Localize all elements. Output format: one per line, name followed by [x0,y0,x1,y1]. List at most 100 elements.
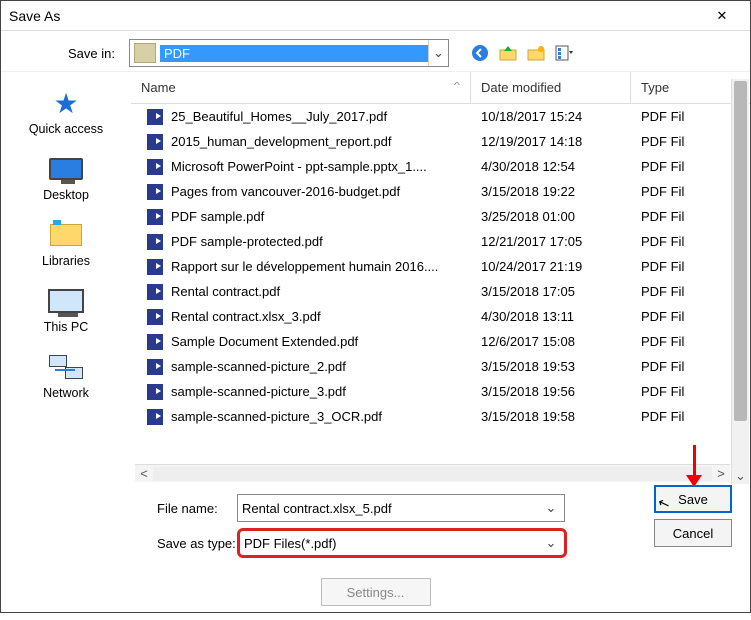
cursor-icon: ↖ [655,494,672,514]
file-row[interactable]: PDF sample-protected.pdf 12/21/2017 17:05… [131,229,750,254]
place-this-pc[interactable]: This PC [44,286,88,334]
file-name: sample-scanned-picture_3.pdf [171,384,346,399]
folder-icon [134,43,156,63]
save-type-value: PDF Files(*.pdf) [244,536,542,551]
file-date: 3/25/2018 01:00 [471,209,631,224]
file-date: 4/30/2018 13:11 [471,309,631,324]
file-row[interactable]: Sample Document Extended.pdf 12/6/2017 15… [131,329,750,354]
pdf-file-icon [147,284,163,300]
save-type-label: Save as type: [1,536,237,551]
filename-input[interactable]: Rental contract.xlsx_5.pdf ⌄ [237,494,565,522]
file-row[interactable]: Pages from vancouver-2016-budget.pdf3/15… [131,179,750,204]
pdf-file-icon [147,109,163,125]
pdf-file-icon [147,309,163,325]
file-row[interactable]: 2015_human_development_report.pdf 12/19/2… [131,129,750,154]
file-row[interactable]: Microsoft PowerPoint - ppt-sample.pptx_1… [131,154,750,179]
network-icon [47,352,85,382]
save-in-combo[interactable]: PDF ⌄ [129,39,449,67]
new-folder-icon[interactable] [525,42,547,64]
close-icon: ✕ [717,8,728,24]
place-label: Network [43,386,89,400]
file-name: PDF sample-protected.pdf [171,234,323,249]
pdf-file-icon [147,384,163,400]
file-row[interactable]: Rental contract.pdf3/15/2018 17:05PDF Fi… [131,279,750,304]
pdf-file-icon [147,259,163,275]
cancel-button[interactable]: Cancel [654,519,732,547]
file-row[interactable]: 25_Beautiful_Homes__July_2017.pdf 10/18/2… [131,104,750,129]
bottom-fields: File name: Rental contract.xlsx_5.pdf ⌄ … [1,482,750,570]
back-icon[interactable] [469,42,491,64]
place-desktop[interactable]: Desktop [43,154,89,202]
up-folder-icon[interactable] [497,42,519,64]
file-row[interactable]: sample-scanned-picture_3.pdf 3/15/2018 19… [131,379,750,404]
col-date[interactable]: Date modified [471,72,631,103]
scroll-right-icon[interactable]: > [712,466,730,481]
save-button[interactable]: ↖ Save [654,485,732,513]
place-label: Desktop [43,188,89,202]
places-bar: ★ Quick access Desktop Libraries This PC… [1,72,131,482]
settings-button: Settings... [321,578,431,606]
pdf-file-icon [147,134,163,150]
save-type-combo[interactable]: PDF Files(*.pdf) ⌄ [237,528,567,558]
file-row[interactable]: Rental contract.xlsx_3.pdf 4/30/2018 13:1… [131,304,750,329]
scroll-track[interactable] [153,467,712,481]
file-row[interactable]: sample-scanned-picture_2.pdf 3/15/2018 19… [131,354,750,379]
file-name: sample-scanned-picture_2.pdf [171,359,346,374]
filename-label: File name: [1,501,237,516]
file-date: 3/15/2018 19:58 [471,409,631,424]
scroll-left-icon[interactable]: < [135,466,153,481]
place-libraries[interactable]: Libraries [42,220,90,268]
desktop-icon [47,154,85,184]
save-in-value: PDF [160,45,428,62]
horizontal-scrollbar[interactable]: < > [135,464,730,482]
this-pc-icon [47,286,85,316]
file-name: Sample Document Extended.pdf [171,334,358,349]
pdf-file-icon [147,359,163,375]
file-row[interactable]: PDF sample.pdf3/25/2018 01:00PDF Fil [131,204,750,229]
file-row[interactable]: Rapport sur le développement humain 2016… [131,254,750,279]
file-name: Pages from vancouver-2016-budget.pdf [171,184,400,199]
scroll-down-icon[interactable]: ⌄ [732,468,749,484]
file-row[interactable]: sample-scanned-picture_3_OCR.pdf 3/15/201… [131,404,750,429]
file-name: Rental contract.xlsx_3.pdf [171,309,321,324]
file-date: 10/18/2017 15:24 [471,109,631,124]
file-date: 3/15/2018 19:53 [471,359,631,374]
chevron-down-icon[interactable]: ⌄ [542,535,560,551]
filename-value: Rental contract.xlsx_5.pdf [242,501,542,516]
place-label: Quick access [29,122,103,136]
place-quick-access[interactable]: ★ Quick access [29,88,103,136]
view-menu-icon[interactable] [553,42,575,64]
pdf-file-icon [147,334,163,350]
save-in-row: Save in: PDF ⌄ [1,35,750,71]
title-bar: Save As ✕ [1,1,750,31]
annotation-arrow [686,445,702,487]
file-name: sample-scanned-picture_3_OCR.pdf [171,409,382,424]
scroll-thumb[interactable] [734,81,747,421]
file-date: 10/24/2017 21:19 [471,259,631,274]
pdf-file-icon [147,234,163,250]
file-date: 3/15/2018 17:05 [471,284,631,299]
libraries-icon [47,220,85,250]
vertical-scrollbar[interactable]: ⌄ [731,79,749,484]
col-name[interactable]: Name [131,72,471,103]
file-name: 25_Beautiful_Homes__July_2017.pdf [171,109,387,124]
save-in-label: Save in: [11,46,121,61]
file-list[interactable]: 25_Beautiful_Homes__July_2017.pdf 10/18/2… [131,104,750,464]
file-name: Rental contract.pdf [171,284,280,299]
file-name: 2015_human_development_report.pdf [171,134,391,149]
nav-toolbar [469,42,575,64]
chevron-down-icon[interactable]: ⌄ [428,40,448,66]
file-date: 12/19/2017 14:18 [471,134,631,149]
file-date: 3/15/2018 19:56 [471,384,631,399]
column-headers: Name Date modified Type [131,72,750,104]
dialog-buttons: ↖ Save Cancel [654,485,732,547]
file-date: 12/6/2017 15:08 [471,334,631,349]
file-date: 12/21/2017 17:05 [471,234,631,249]
pdf-file-icon [147,209,163,225]
close-button[interactable]: ✕ [702,2,742,30]
place-network[interactable]: Network [43,352,89,400]
chevron-down-icon[interactable]: ⌄ [542,500,560,516]
file-name: PDF sample.pdf [171,209,264,224]
window-title: Save As [9,8,60,24]
quick-access-icon: ★ [47,88,85,118]
